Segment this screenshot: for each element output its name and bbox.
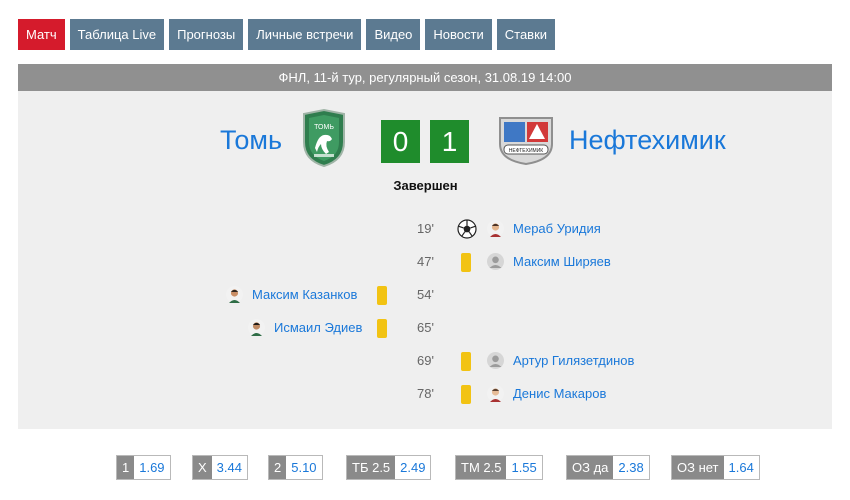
odds-btts-yes[interactable]: ОЗ да 2.38: [566, 455, 650, 480]
away-team-logo[interactable]: НЕФТЕХИМИК: [496, 108, 556, 168]
event-player-link[interactable]: Мераб Уридия: [513, 221, 601, 236]
event-minute: 54': [417, 287, 434, 302]
player-avatar-icon: [487, 385, 504, 402]
odds-label: ТМ 2.5: [456, 456, 507, 479]
odds-total-under[interactable]: ТМ 2.5 1.55: [455, 455, 543, 480]
match-status: Завершен: [393, 178, 458, 193]
home-logo-text: ТОМЬ: [314, 124, 334, 131]
yellow-card-icon: [377, 286, 387, 305]
match-card: ФНЛ, 11-й тур, регулярный сезон, 31.08.1…: [18, 64, 832, 429]
event-minute: 47': [417, 254, 434, 269]
player-avatar-icon: [248, 319, 265, 336]
odds-value: 2.49: [400, 460, 426, 475]
yellow-card-icon: [377, 319, 387, 338]
tab-predictions[interactable]: Прогнозы: [169, 19, 244, 50]
away-logo-text: НЕФТЕХИМИК: [509, 148, 544, 154]
odds-value: 5.10: [291, 460, 317, 475]
odds-home-win[interactable]: 1 1.69: [116, 455, 171, 480]
odds-value: 2.38: [618, 460, 644, 475]
home-team-name[interactable]: Томь: [220, 125, 282, 156]
match-header: ФНЛ, 11-й тур, регулярный сезон, 31.08.1…: [18, 64, 832, 91]
tab-news[interactable]: Новости: [425, 19, 492, 50]
soccer-ball-icon: [457, 219, 477, 239]
tab-bets[interactable]: Ставки: [496, 19, 556, 50]
odds-label: 1: [117, 456, 135, 479]
home-score: 0: [381, 120, 420, 163]
event-player-link[interactable]: Максим Казанков: [252, 287, 357, 302]
away-team-name[interactable]: Нефтехимик: [569, 125, 726, 156]
odds-value: 1.55: [511, 460, 537, 475]
odds-label: X: [193, 456, 212, 479]
tab-match[interactable]: Матч: [18, 19, 65, 50]
odds-total-over[interactable]: ТБ 2.5 2.49: [346, 455, 432, 480]
tab-live-table[interactable]: Таблица Live: [69, 19, 165, 50]
event-player-link[interactable]: Исмаил Эдиев: [274, 320, 362, 335]
event-minute: 78': [417, 386, 434, 401]
event-minute: 65': [417, 320, 434, 335]
odds-btts-no[interactable]: ОЗ нет 1.64: [671, 455, 760, 480]
match-tabs: Матч Таблица Live Прогнозы Личные встреч…: [18, 19, 560, 50]
event-minute: 69': [417, 353, 434, 368]
odds-label: ОЗ да: [567, 456, 614, 479]
event-player-link[interactable]: Денис Макаров: [513, 386, 606, 401]
event-player-link[interactable]: Максим Ширяев: [513, 254, 611, 269]
player-avatar-icon: [226, 286, 243, 303]
odds-draw[interactable]: X 3.44: [192, 455, 248, 480]
odds-away-win[interactable]: 2 5.10: [268, 455, 323, 480]
player-avatar-icon: [487, 220, 504, 237]
event-player-link[interactable]: Артур Гилязетдинов: [513, 353, 634, 368]
odds-value: 3.44: [216, 460, 242, 475]
odds-label: 2: [269, 456, 287, 479]
odds-label: ОЗ нет: [672, 456, 724, 479]
tab-video[interactable]: Видео: [366, 19, 421, 50]
odds-label: ТБ 2.5: [347, 456, 396, 479]
home-team-logo[interactable]: ТОМЬ: [300, 108, 348, 168]
odds-value: 1.69: [139, 460, 165, 475]
away-score: 1: [430, 120, 469, 163]
player-avatar-placeholder-icon: [487, 253, 504, 270]
yellow-card-icon: [461, 385, 471, 404]
odds-value: 1.64: [728, 460, 754, 475]
tab-head-to-head[interactable]: Личные встречи: [248, 19, 362, 50]
yellow-card-icon: [461, 352, 471, 371]
player-avatar-placeholder-icon: [487, 352, 504, 369]
yellow-card-icon: [461, 253, 471, 272]
event-minute: 19': [417, 221, 434, 236]
